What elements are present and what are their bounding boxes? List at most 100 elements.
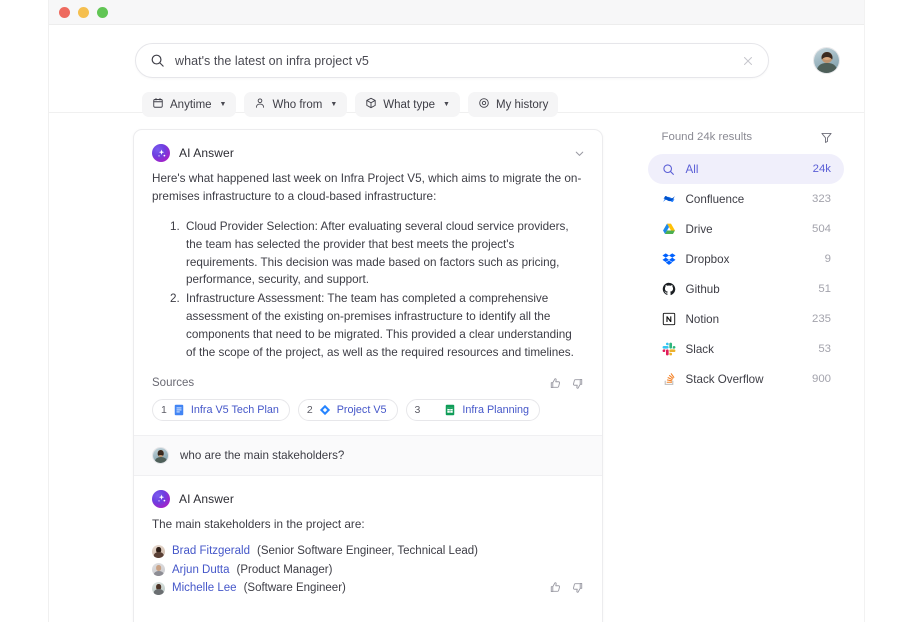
source-filter-item-github[interactable]: Github 51 — [648, 274, 844, 304]
feedback-controls — [549, 377, 584, 390]
filter-chip-anytime[interactable]: Anytime ▼ — [142, 92, 236, 117]
user-message: who are the main stakeholders? — [134, 436, 602, 475]
minimize-window-button[interactable] — [78, 7, 89, 18]
source-filter-item-all[interactable]: All 24k — [648, 154, 844, 184]
avatar-image — [152, 582, 165, 595]
avatar — [152, 563, 165, 576]
source-filter-item-drive[interactable]: Drive 504 — [648, 214, 844, 244]
source-filter-item-confluence[interactable]: Confluence 323 — [648, 184, 844, 214]
ai-answer-intro: Here's what happened last week on Infra … — [152, 170, 584, 206]
source-number: 1 — [161, 404, 167, 416]
slack-icon — [662, 342, 676, 356]
source-chip[interactable]: 1 Infra V5 Tech Plan — [152, 399, 290, 421]
source-name: Project V5 — [337, 404, 387, 416]
search-input-value[interactable]: what's the latest on infra project v5 — [175, 54, 742, 68]
jira-icon — [319, 404, 331, 416]
app-window: what's the latest on infra project v5 — [48, 0, 865, 622]
source-filter-count: 24k — [813, 163, 831, 175]
source-filter-list: All 24k Confluence 323 — [648, 154, 844, 394]
source-filter-count: 900 — [812, 373, 831, 385]
source-chip[interactable]: 2 Project V5 — [298, 399, 398, 421]
thumbs-down-icon[interactable] — [571, 581, 584, 599]
thumbs-down-icon[interactable] — [571, 377, 584, 390]
stakeholders-block: The main stakeholders in the project are… — [152, 516, 584, 604]
ai-answer-label: AI Answer — [179, 492, 234, 506]
avatar — [152, 582, 165, 595]
stakeholders-list: Brad Fitzgerald (Senior Software Enginee… — [152, 545, 584, 595]
close-icon[interactable] — [742, 55, 754, 67]
google-sheets-icon — [444, 404, 456, 416]
avatar-image — [814, 48, 839, 73]
avatar-image — [152, 563, 165, 576]
stakeholder-name[interactable]: Arjun Dutta — [172, 564, 230, 576]
source-filter-count: 51 — [818, 283, 831, 295]
ai-answer-section-1: AI Answer Here's what happened last week… — [134, 130, 602, 435]
filter-chip-my-history[interactable]: My history — [468, 92, 558, 117]
ai-answer-section-2: AI Answer The main stakeholders in the p… — [134, 476, 602, 614]
avatar[interactable] — [813, 47, 840, 74]
source-filter-name: Confluence — [686, 193, 802, 206]
stakeholder-role: (Software Engineer) — [244, 582, 346, 594]
filter-chip-label: Anytime — [170, 99, 212, 111]
close-window-button[interactable] — [59, 7, 70, 18]
chevron-down-icon: ▼ — [443, 101, 450, 108]
stakeholders-intro: The main stakeholders in the project are… — [152, 516, 584, 534]
google-drive-icon — [662, 222, 676, 236]
search-icon — [150, 53, 165, 68]
source-number: 3 — [415, 404, 421, 416]
search-header: what's the latest on infra project v5 — [49, 25, 864, 113]
stakeholder-name[interactable]: Michelle Lee — [172, 582, 237, 594]
maximize-window-button[interactable] — [97, 7, 108, 18]
list-item: Brad Fitzgerald (Senior Software Enginee… — [152, 545, 584, 558]
source-filter-item-notion[interactable]: Notion 235 — [648, 304, 844, 334]
stakeholder-name[interactable]: Brad Fitzgerald — [172, 545, 250, 557]
results-count: Found 24k results — [662, 131, 753, 143]
ai-answer-card: AI Answer Here's what happened last week… — [133, 129, 603, 622]
ai-sparkle-icon — [152, 144, 170, 162]
chevron-down-icon: ▼ — [330, 101, 337, 108]
list-item: Michelle Lee (Software Engineer) — [152, 582, 584, 595]
search-icon — [662, 162, 676, 176]
list-item: Arjun Dutta (Product Manager) — [152, 563, 584, 576]
stakeholder-role: (Product Manager) — [237, 564, 333, 576]
thumbs-up-icon[interactable] — [549, 377, 562, 390]
source-chip[interactable]: 3 Infra Planning — [406, 399, 540, 421]
box-icon — [365, 97, 377, 112]
source-number-slot — [426, 404, 438, 416]
ai-answer-point: Infrastructure Assessment: The team has … — [183, 290, 584, 362]
sources-chips: 1 Infra V5 Tech Plan — [152, 399, 584, 425]
filter-chip-label: My history — [496, 99, 548, 111]
feedback-controls — [549, 581, 584, 599]
ai-answer-header: AI Answer — [152, 490, 584, 508]
avatar — [152, 447, 169, 464]
followup-area — [134, 614, 602, 622]
sources-title: Sources — [152, 377, 194, 389]
person-icon — [254, 97, 266, 112]
avatar-image — [152, 545, 165, 558]
filter-icon[interactable] — [820, 131, 833, 144]
notion-icon — [662, 312, 676, 326]
confluence-icon — [662, 192, 676, 206]
source-filter-item-stack-overflow[interactable]: Stack Overflow 900 — [648, 364, 844, 394]
window-titlebar — [49, 0, 864, 25]
calendar-icon — [152, 97, 164, 112]
filter-chips: Anytime ▼ Who from ▼ What type — [49, 78, 864, 117]
filter-chip-what-type[interactable]: What type ▼ — [355, 92, 460, 117]
source-filter-name: Dropbox — [686, 253, 815, 266]
dropbox-icon — [662, 252, 676, 266]
filter-chip-who-from[interactable]: Who from ▼ — [244, 92, 347, 117]
collapse-answer-button[interactable] — [573, 147, 586, 165]
eye-icon — [478, 97, 490, 112]
source-number: 2 — [307, 404, 313, 416]
source-name: Infra Planning — [462, 404, 529, 416]
stakeholder-role: (Senior Software Engineer, Technical Lea… — [257, 545, 478, 557]
stackoverflow-icon — [662, 372, 676, 386]
source-filter-item-slack[interactable]: Slack 53 — [648, 334, 844, 364]
ai-answer-point: Cloud Provider Selection: After evaluati… — [183, 218, 584, 290]
source-filter-count: 235 — [812, 313, 831, 325]
thumbs-up-icon[interactable] — [549, 581, 562, 599]
filter-chip-label: Who from — [272, 99, 322, 111]
source-filter-item-dropbox[interactable]: Dropbox 9 — [648, 244, 844, 274]
source-filter-name: All — [686, 163, 803, 176]
search-box[interactable]: what's the latest on infra project v5 — [135, 43, 769, 78]
